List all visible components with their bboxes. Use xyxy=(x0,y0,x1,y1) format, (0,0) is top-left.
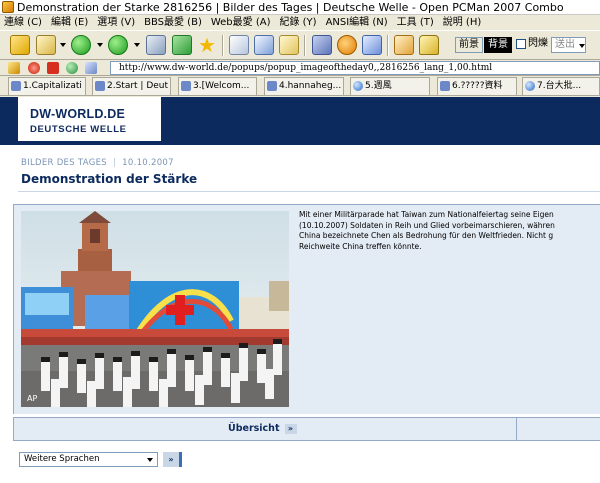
stop-icon[interactable] xyxy=(146,35,166,55)
photo-tower-window xyxy=(90,229,100,243)
tools-icon[interactable] xyxy=(312,35,332,55)
photo-building-far xyxy=(269,281,289,311)
copy-icon[interactable] xyxy=(229,35,249,55)
clipboard-icon[interactable] xyxy=(36,35,56,55)
send-label: 送出 xyxy=(555,39,575,50)
menu-help[interactable]: 說明 (H) xyxy=(439,15,487,30)
photo-cross-v xyxy=(175,295,185,325)
article-date: 10.10.2007 xyxy=(122,158,174,168)
tab-label: 1.Capitalizati xyxy=(23,81,82,91)
home-icon[interactable] xyxy=(8,62,20,74)
chevron-down-icon[interactable] xyxy=(60,43,66,47)
tab-2[interactable]: 2.Start | Deut xyxy=(92,77,171,95)
double-arrow-icon: » xyxy=(284,424,297,434)
article-panel: AP Mit einer Militärparade hat Taiwan zu… xyxy=(13,204,600,414)
refresh-icon[interactable] xyxy=(172,35,192,55)
favorites-star-icon[interactable]: ★ xyxy=(197,35,217,55)
tab-1[interactable]: 1.Capitalizati xyxy=(8,77,86,95)
window-list-icon[interactable] xyxy=(85,62,97,74)
photo-billboard-left-text xyxy=(25,293,69,315)
edit-icon[interactable] xyxy=(394,35,414,55)
overview-divider xyxy=(516,418,517,440)
tab-6[interactable]: 6.?????資料 xyxy=(437,77,517,95)
chevron-down-icon[interactable] xyxy=(97,43,103,47)
globe-icon[interactable] xyxy=(66,62,78,74)
article-caption: Mit einer Militärparade hat Taiwan zum N… xyxy=(299,210,555,251)
back-icon[interactable] xyxy=(71,35,91,55)
chevron-down-icon[interactable] xyxy=(579,44,585,48)
header-divider xyxy=(18,191,600,192)
page-title: Demonstration der Stärke xyxy=(21,172,198,186)
tab-5[interactable]: 5.週風 xyxy=(350,77,430,95)
tab-4[interactable]: 4.hannaheg... xyxy=(264,77,344,95)
menu-options[interactable]: 選項 (V) xyxy=(93,15,140,30)
tab-label: 7.台大批... xyxy=(537,81,582,91)
menu-tools[interactable]: 工具 (T) xyxy=(393,15,439,30)
site-header: DW-WORLD.DE DEUTSCHE WELLE xyxy=(0,97,600,145)
menu-bbs-favorites[interactable]: BBS最愛 (B) xyxy=(140,15,207,30)
menu-ansi-edit[interactable]: ANSI編輯 (N) xyxy=(322,15,393,30)
overview-link[interactable]: Übersicht » xyxy=(228,423,297,434)
dw-logo[interactable]: DW-WORLD.DE DEUTSCHE WELLE xyxy=(18,97,161,141)
main-toolbar: ★ 前景 背景 閃爍 送出 xyxy=(0,30,600,60)
address-bar: http://www.dw-world.de/popups/popup_imag… xyxy=(0,60,600,76)
window-icon[interactable] xyxy=(362,35,382,55)
close-tab-icon[interactable] xyxy=(47,62,59,74)
overview-bar: Übersicht » xyxy=(13,417,600,441)
overview-label: Übersicht xyxy=(228,423,280,434)
window-title: Demonstration der Starke 2816256 | Bilde… xyxy=(17,1,564,14)
forward-icon[interactable] xyxy=(108,35,128,55)
language-select[interactable]: Weitere Sprachen xyxy=(19,452,158,467)
background-button[interactable]: 背景 xyxy=(484,37,512,53)
tab-label: 5.週風 xyxy=(365,81,392,91)
parade-photo-svg: AP xyxy=(21,211,289,407)
toolbar-separator xyxy=(387,35,388,56)
connect-icon[interactable] xyxy=(10,35,30,55)
tab-label: 6.?????資料 xyxy=(452,81,503,91)
toolbar-separator xyxy=(222,35,223,56)
section-name: BILDER DES TAGES xyxy=(21,158,107,168)
foreground-button[interactable]: 前景 xyxy=(455,37,483,53)
chevron-down-icon[interactable] xyxy=(134,43,140,47)
photo-crowd-shade xyxy=(21,337,289,345)
paste-icon[interactable] xyxy=(254,35,274,55)
tab-label: 2.Start | Deut xyxy=(107,81,169,91)
tab-label: 3.[Welcom... xyxy=(193,81,250,91)
lock-icon[interactable] xyxy=(419,35,439,55)
article-photo: AP xyxy=(21,211,289,407)
tab-3[interactable]: 3.[Welcom... xyxy=(178,77,257,95)
menu-edit[interactable]: 編輯 (E) xyxy=(47,15,93,30)
tab-label: 4.hannaheg... xyxy=(279,81,342,91)
menu-web-favorites[interactable]: Web最愛 (A) xyxy=(207,15,276,30)
kicker-separator: | xyxy=(112,158,117,168)
logo-line-2: DEUTSCHE WELLE xyxy=(30,124,127,135)
menu-connect[interactable]: 連線 (C) xyxy=(0,15,47,30)
app-icon xyxy=(2,1,14,13)
language-selected: Weitere Sprachen xyxy=(24,454,100,464)
web-page: DW-WORLD.DE DEUTSCHE WELLE BILDER DES TA… xyxy=(0,97,600,483)
tab-7[interactable]: 7.台大批... xyxy=(522,77,600,95)
stop-sign-icon[interactable] xyxy=(28,62,40,74)
logo-line-1: DW-WORLD.DE xyxy=(30,107,125,121)
tab-bar: 1.Capitalizati 2.Start | Deut 3.[Welcom.… xyxy=(0,76,600,96)
blink-label: 閃爍 xyxy=(528,38,548,49)
toolbar-separator xyxy=(304,35,305,56)
menu-history[interactable]: 紀錄 (Y) xyxy=(275,15,321,30)
blink-checkbox[interactable] xyxy=(516,39,526,49)
blink-toggle[interactable]: 閃爍 xyxy=(515,37,551,53)
section-kicker: BILDER DES TAGES | 10.10.2007 xyxy=(21,158,174,168)
gear-icon[interactable] xyxy=(337,35,357,55)
menu-bar: 連線 (C) 編輯 (E) 選項 (V) BBS最愛 (B) Web最愛 (A) 紀錄 (… xyxy=(0,15,600,30)
window-title-bar: Demonstration der Starke 2816256 | Bilde… xyxy=(0,0,600,15)
photo-credit: AP xyxy=(27,394,37,403)
document-icon[interactable] xyxy=(279,35,299,55)
language-go-button[interactable]: » xyxy=(163,452,182,467)
address-input[interactable]: http://www.dw-world.de/popups/popup_imag… xyxy=(110,61,600,75)
